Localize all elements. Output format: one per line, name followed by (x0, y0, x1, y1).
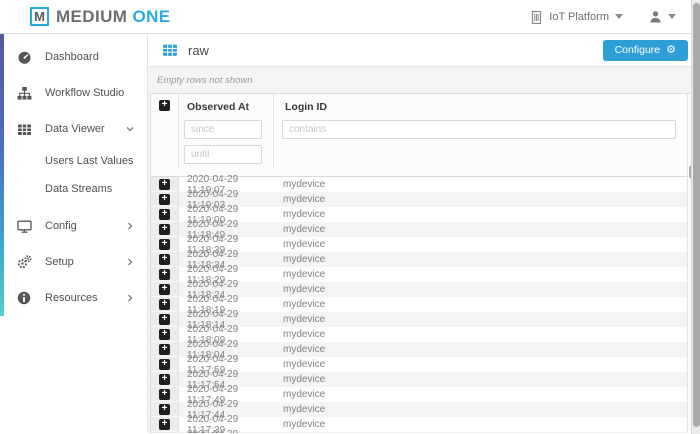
configure-button-label: Configure (615, 44, 661, 56)
expand-row-button[interactable]: + (159, 299, 170, 310)
gears-icon (16, 255, 32, 270)
expand-row-button[interactable]: + (159, 239, 170, 250)
expand-row-button[interactable]: + (159, 314, 170, 325)
platform-menu[interactable]: IoT Platform (530, 10, 623, 24)
brand-primary: MEDIUM (56, 7, 132, 26)
dashboard-icon (16, 50, 32, 65)
page-title: raw (188, 43, 209, 58)
observed-at-cell: 2020-04-29 11:17:34 (179, 432, 274, 433)
expand-row-button[interactable]: + (159, 329, 170, 340)
content-header: raw Configure ⚙ (148, 34, 700, 67)
login-id-cell: mydevice (274, 222, 696, 237)
sidebar-gradient-strip (0, 34, 4, 316)
sidebar-item-data-viewer[interactable]: Data Viewer (0, 111, 147, 147)
empty-rows-note: Empty rows not shown (148, 67, 700, 93)
monitor-icon (16, 219, 32, 234)
table-row: + 2020-04-29 11:17:34 mydevice (151, 432, 696, 433)
medium-one-logo: M MEDIUM ONE (30, 7, 171, 27)
login-id-cell: mydevice (274, 417, 696, 432)
expand-row-button[interactable]: + (159, 269, 170, 280)
sidebar-item-users-last-values[interactable]: Users Last Values (0, 147, 147, 175)
expand-row-button[interactable]: + (159, 194, 170, 205)
chevron-down-icon (125, 124, 135, 134)
login-id-cell: mydevice (274, 237, 696, 252)
expand-row-button[interactable]: + (159, 284, 170, 295)
expand-row-button[interactable]: + (159, 359, 170, 370)
login-id-cell: mydevice (274, 267, 696, 282)
sidebar-item-label: Data Viewer (45, 123, 105, 135)
sidebar-item-label: Resources (45, 292, 98, 304)
sidebar-item-workflow-studio[interactable]: Workflow Studio (0, 75, 147, 111)
column-header-login-id: Login ID (282, 94, 682, 119)
expand-row-button[interactable]: + (159, 419, 170, 430)
login-id-cell: mydevice (274, 312, 696, 327)
until-filter-input[interactable] (184, 145, 262, 164)
table-body: + 2020-04-29 11:19:07 mydevice + 2020-04… (151, 177, 696, 433)
chevron-right-icon (125, 221, 135, 231)
brand-accent: ONE (132, 7, 170, 26)
login-id-cell: mydevice (274, 432, 696, 433)
sidebar-item-label: Config (45, 220, 77, 232)
login-id-cell: mydevice (274, 372, 696, 387)
chevron-down-icon (615, 14, 623, 19)
login-id-cell: mydevice (274, 387, 696, 402)
workflow-icon (16, 86, 32, 101)
sidebar-item-data-streams[interactable]: Data Streams (0, 175, 147, 203)
login-id-cell: mydevice (274, 342, 696, 357)
expand-row-button[interactable]: + (159, 404, 170, 415)
login-id-cell: mydevice (274, 327, 696, 342)
info-icon (16, 291, 32, 305)
sidebar-subitem-label: Data Streams (45, 183, 112, 195)
user-menu[interactable] (649, 10, 676, 23)
table-icon (162, 42, 178, 58)
page-scrollbar[interactable] (691, 0, 700, 434)
sidebar-item-label: Workflow Studio (45, 87, 124, 99)
expand-row-button[interactable]: + (159, 224, 170, 235)
sidebar-subitem-label: Users Last Values (45, 155, 133, 167)
top-header: M MEDIUM ONE IoT Platform (0, 0, 700, 34)
login-id-cell: mydevice (274, 402, 696, 417)
contains-filter-input[interactable] (282, 120, 676, 139)
expand-row-button[interactable]: + (159, 179, 170, 190)
sidebar-item-setup[interactable]: Setup (0, 244, 147, 280)
expand-row-button[interactable]: + (159, 389, 170, 400)
sidebar-item-label: Dashboard (45, 51, 99, 63)
logo-m-icon: M (30, 7, 49, 26)
expand-row-button[interactable]: + (159, 344, 170, 355)
login-id-cell: mydevice (274, 297, 696, 312)
main-content: raw Configure ⚙ Empty rows not shown + O… (148, 34, 700, 433)
sidebar-item-resources[interactable]: Resources (0, 280, 147, 316)
data-table: + Observed At Login ID + 2020 (150, 93, 697, 433)
since-filter-input[interactable] (184, 120, 262, 139)
configure-button[interactable]: Configure ⚙ (603, 40, 688, 61)
expand-row-button[interactable]: + (159, 209, 170, 220)
table-icon (16, 122, 32, 137)
login-id-cell: mydevice (274, 192, 696, 207)
login-id-cell: mydevice (274, 252, 696, 267)
chevron-right-icon (125, 293, 135, 303)
sidebar: Dashboard Workflow Studio (0, 34, 148, 433)
page-scrollbar-thumb[interactable] (693, 3, 700, 427)
expand-row-button[interactable]: + (159, 254, 170, 265)
sidebar-item-config[interactable]: Config (0, 208, 147, 244)
login-id-cell: mydevice (274, 282, 696, 297)
login-id-cell: mydevice (274, 357, 696, 372)
platform-menu-label: IoT Platform (549, 11, 609, 23)
chevron-right-icon (125, 257, 135, 267)
table-header: + Observed At Login ID (151, 94, 696, 177)
brand-text: MEDIUM ONE (56, 7, 171, 27)
login-id-cell: mydevice (274, 177, 696, 192)
gear-icon: ⚙ (666, 45, 676, 56)
app-window: M MEDIUM ONE IoT Platform (0, 0, 700, 434)
expand-row-button[interactable]: + (159, 374, 170, 385)
column-header-observed-at: Observed At (184, 94, 268, 119)
sidebar-item-label: Setup (45, 256, 74, 268)
login-id-cell: mydevice (274, 207, 696, 222)
chevron-down-icon (668, 14, 676, 19)
sidebar-item-dashboard[interactable]: Dashboard (0, 39, 147, 75)
building-icon (530, 10, 543, 24)
expand-all-button[interactable]: + (159, 100, 170, 111)
user-icon (649, 10, 662, 23)
